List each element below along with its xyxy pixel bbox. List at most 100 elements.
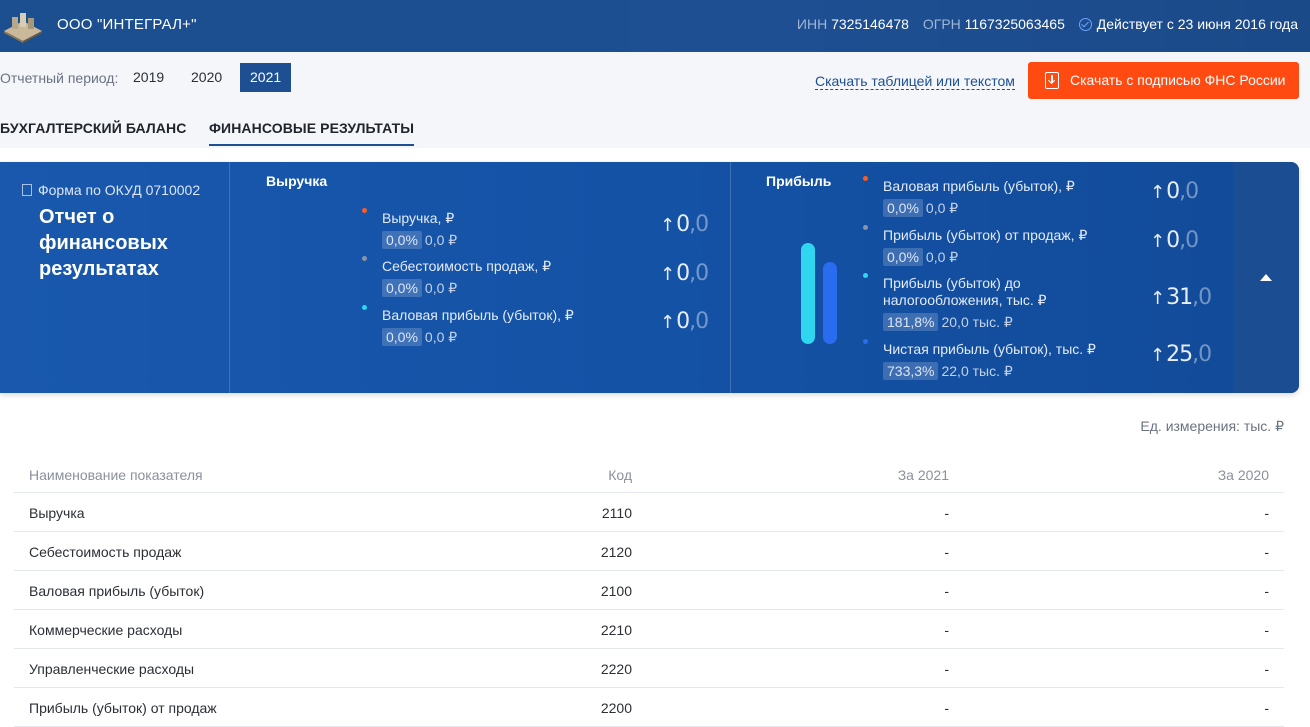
- row-value-2021: -: [944, 505, 949, 521]
- row-name: Прибыль (убыток) от продаж: [29, 700, 217, 716]
- row-value-2020: -: [1264, 622, 1269, 638]
- row-code: 2200: [600, 700, 632, 716]
- metric-change-badge: 0,0%: [883, 199, 923, 217]
- metric-name: Валовая прибыль (убыток), ₽: [382, 307, 574, 323]
- metric-change-badge: 0,0%: [382, 279, 422, 297]
- arrow-up-icon: ↑: [1150, 231, 1165, 252]
- table-row: Валовая прибыль (убыток) 2100 - -: [14, 571, 1284, 610]
- tax-profit-bar: [801, 243, 815, 344]
- metric-value: ↑25,0: [1150, 342, 1212, 367]
- value-frac: ,0: [1179, 179, 1199, 204]
- form-code: Форма по ОКУД 0710002: [22, 182, 200, 198]
- metric-value: ↑0,0: [1150, 179, 1199, 204]
- divider: [730, 162, 731, 393]
- profit-section-title: Прибыль: [766, 173, 832, 189]
- arrow-up-icon: ↑: [660, 215, 675, 236]
- verified-check-icon: [1078, 18, 1092, 31]
- tab-financial-results[interactable]: ФИНАНСОВЫЕ РЕЗУЛЬТАТЫ: [209, 120, 415, 146]
- metric-name: Чистая прибыль (убыток), тыс. ₽: [883, 341, 1096, 357]
- metric-name: Выручка, ₽: [382, 210, 455, 226]
- row-value-2021: -: [944, 700, 949, 716]
- row-value-2020: -: [1264, 700, 1269, 716]
- metric-prev-value: 0,0 ₽: [424, 280, 458, 296]
- results-table: Наименование показателя Код За 2021 За 2…: [14, 455, 1284, 727]
- row-value-2021: -: [944, 544, 949, 560]
- metric-prev-value: 0,0 ₽: [925, 249, 959, 265]
- header-year-2020: За 2020: [1217, 467, 1269, 483]
- download-signed-button[interactable]: Скачать с подписью ФНС России: [1028, 62, 1299, 99]
- metric-sales-profit: Прибыль (убыток) от продаж, ₽ 0,0% 0,0 ₽: [863, 225, 1088, 266]
- metric-change-badge: 181,8%: [883, 313, 939, 331]
- metric-change-badge: 0,0%: [883, 248, 923, 266]
- header-name: Наименование показателя: [29, 467, 203, 483]
- metric-name: Валовая прибыль (убыток), ₽: [883, 178, 1075, 194]
- row-name: Коммерческие расходы: [29, 622, 183, 638]
- metric-prev-value: 0,0 ₽: [424, 232, 458, 248]
- series-dot: [362, 305, 367, 310]
- revenue-section-title: Выручка: [266, 173, 328, 189]
- value-int: 0: [676, 261, 690, 286]
- value-int: 0: [676, 309, 690, 334]
- units-label: Ед. измерения: тыс. ₽: [1140, 418, 1284, 434]
- arrow-up-icon: ↑: [1150, 288, 1165, 309]
- value-int: 0: [1166, 179, 1180, 204]
- row-code: 2100: [600, 583, 632, 599]
- metric-value: ↑31,0: [1150, 285, 1212, 310]
- year-2019-button[interactable]: 2019: [123, 63, 174, 92]
- metric-change-badge: 0,0%: [382, 328, 422, 346]
- top-header: ООО "ИНТЕГРАЛ+" ИНН 7325146478 ОГРН 1167…: [0, 0, 1310, 52]
- row-name: Управленческие расходы: [29, 661, 195, 677]
- header-year-2021: За 2021: [897, 467, 949, 483]
- value-frac: ,0: [1192, 342, 1212, 367]
- row-name: Себестоимость продаж: [29, 544, 182, 560]
- row-code: 2110: [601, 505, 632, 521]
- value-int: 31: [1166, 285, 1193, 310]
- table-row: Выручка 2110 - -: [14, 493, 1284, 532]
- ogrn-value: 1167325063465: [964, 16, 1065, 32]
- value-int: 0: [676, 212, 690, 237]
- year-2021-button[interactable]: 2021: [240, 63, 292, 92]
- arrow-up-icon: ↑: [1150, 345, 1165, 366]
- period-label: Отчетный период:: [0, 70, 119, 86]
- chevron-up-icon: [1260, 274, 1272, 281]
- row-value-2020: -: [1264, 505, 1269, 521]
- download-text-link[interactable]: Скачать таблицей или текстом: [815, 73, 1015, 90]
- company-logo-icon: [4, 13, 42, 43]
- metric-prev-value: 22,0 тыс. ₽: [941, 363, 1013, 379]
- metric-prev-value: 0,0 ₽: [424, 329, 458, 345]
- metric-value: ↑0,0: [660, 261, 709, 286]
- value-frac: ,0: [689, 261, 709, 286]
- series-dot: [863, 273, 868, 278]
- ogrn-label: ОГРН: [922, 16, 961, 32]
- row-value-2021: -: [944, 583, 949, 599]
- metric-prev-value: 0,0 ₽: [925, 200, 959, 216]
- tab-balance[interactable]: БУХГАЛТЕРСКИЙ БАЛАНС: [0, 120, 186, 144]
- value-frac: ,0: [1179, 228, 1199, 253]
- document-icon: [22, 184, 32, 196]
- series-dot: [362, 208, 367, 213]
- year-2020-button[interactable]: 2020: [181, 63, 232, 92]
- row-name: Валовая прибыль (убыток): [29, 583, 205, 599]
- divider: [229, 162, 230, 393]
- status-text: Действует с 23 июня 2016 года: [1096, 16, 1298, 32]
- row-code: 2220: [600, 661, 632, 677]
- series-dot: [863, 176, 868, 181]
- table-row: Управленческие расходы 2220 - -: [14, 649, 1284, 688]
- value-frac: ,0: [689, 309, 709, 334]
- arrow-up-icon: ↑: [1150, 182, 1165, 203]
- metric-gross-profit: Валовая прибыль (убыток), ₽ 0,0% 0,0 ₽: [362, 305, 574, 346]
- series-dot: [863, 339, 868, 344]
- metric-value: ↑0,0: [660, 309, 709, 334]
- registration-info: ИНН 7325146478 ОГРН 1167325063465 Действ…: [797, 16, 1298, 32]
- net-profit-bar: [823, 262, 837, 344]
- row-value-2020: -: [1264, 544, 1269, 560]
- row-code: 2210: [600, 622, 632, 638]
- download-signed-label: Скачать с подписью ФНС России: [1070, 72, 1286, 88]
- metric-net-profit: Чистая прибыль (убыток), тыс. ₽ 733,3% 22…: [863, 339, 1096, 380]
- report-title: Отчет о финансовых результатах: [39, 206, 168, 280]
- metric-name: Прибыль (убыток) от продаж, ₽: [883, 227, 1088, 243]
- collapse-panel-button[interactable]: [1233, 162, 1299, 393]
- row-name: Выручка: [29, 505, 85, 521]
- metric-pretax-profit: Прибыль (убыток) до налогообложения, тыс…: [863, 273, 1073, 331]
- metric-revenue: Выручка, ₽ 0,0% 0,0 ₽: [362, 208, 458, 249]
